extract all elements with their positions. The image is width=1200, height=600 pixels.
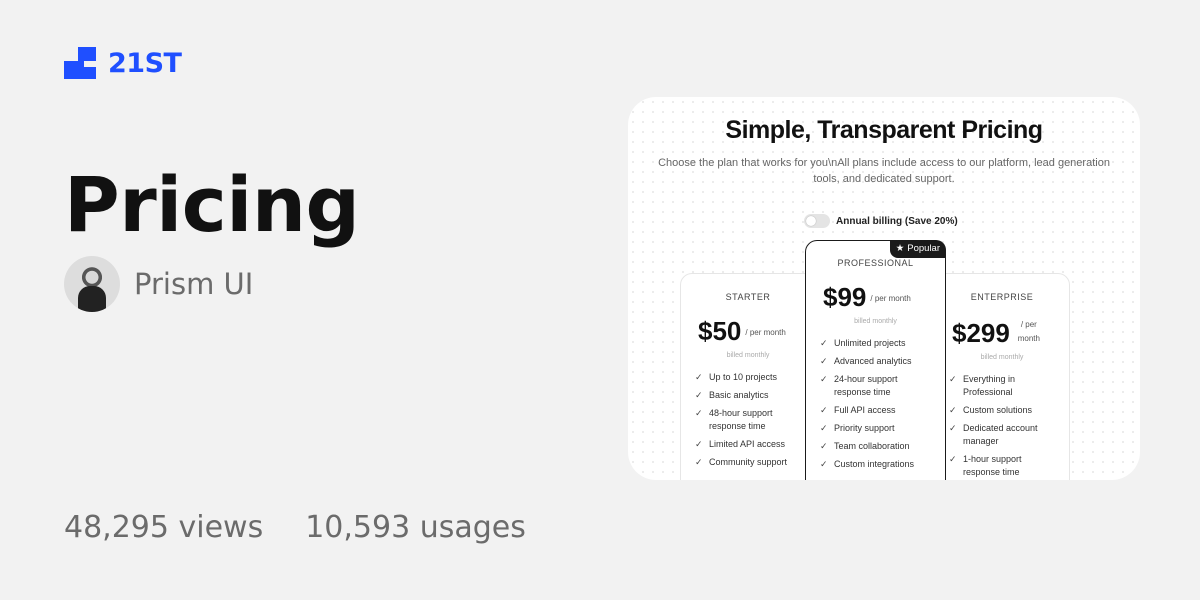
feature-item: ✓ Unlimited projects [820, 338, 906, 348]
feature-item: ✓ Team collaboration [820, 441, 910, 451]
author-name: Prism UI [134, 267, 254, 301]
plan-period: / per month [1017, 320, 1040, 343]
check-icon: ✓ [820, 374, 828, 384]
billing-toggle-label: Annual billing (Save 20%) [836, 215, 958, 227]
feature-item: ✓ 1-hour support response time [949, 454, 1022, 477]
check-icon: ✓ [820, 405, 828, 415]
check-icon: ✓ [949, 423, 957, 433]
feature-item: ✓ Up to 10 projects [695, 372, 778, 382]
feature-item: ✓ Priority support [820, 423, 895, 433]
popular-badge: ★ Popular [889, 240, 946, 258]
star-icon: ★ [895, 243, 905, 254]
plan-price: $50 [698, 316, 742, 346]
feature-item: ✓ Basic analytics [695, 390, 769, 400]
feature-item: ✓ Community support [695, 457, 788, 467]
feature-item: ✓ 24-hour support response time [820, 374, 898, 397]
plan-billed: billed monthly [726, 352, 770, 359]
feature-item: ✓ Custom integrations [820, 459, 915, 469]
preview-title: Simple, Transparent Pricing [725, 116, 1043, 144]
plan-period: / per month [870, 294, 911, 303]
plan-price: $299 [952, 318, 1010, 348]
feature-list: ✓ Everything in Professional ✓ Custom solu… [935, 373, 1069, 479]
feature-item: ✓ Custom solutions [949, 405, 1033, 415]
check-icon: ✓ [820, 459, 828, 469]
check-icon: ✓ [695, 390, 703, 400]
feature-item: ✓ Full API access [820, 405, 896, 415]
annual-billing-toggle[interactable] [804, 214, 830, 228]
check-icon: ✓ [820, 423, 828, 433]
plan-period: / per month [745, 328, 786, 337]
component-preview[interactable]: Simple, Transparent Pricing Choose the p… [628, 97, 1140, 480]
feature-list: ✓ Unlimited projects ✓ Advanced analytics … [806, 337, 945, 471]
check-icon: ✓ [949, 405, 957, 415]
plan-card-professional: ★ Popular PROFESSIONAL $99 / per month b… [805, 240, 946, 480]
check-icon: ✓ [695, 408, 703, 418]
feature-item: ✓ Dedicated account manager [949, 423, 1038, 446]
check-icon: ✓ [820, 356, 828, 366]
brand-logo[interactable]: 21ST [64, 47, 182, 79]
preview-subtitle: Choose the plan that works for you\nAll … [658, 157, 1110, 185]
plan-card-enterprise: ENTERPRISE $299 / per month billed month… [934, 273, 1070, 480]
check-icon: ✓ [949, 454, 957, 464]
plan-name: PROFESSIONAL [837, 258, 914, 268]
21st-logo-icon [64, 47, 96, 79]
feature-item: ✓ Everything in Professional [949, 374, 1016, 397]
avatar [64, 256, 120, 312]
plan-billed: billed monthly [854, 318, 897, 325]
check-icon: ✓ [949, 374, 957, 384]
feature-item: ✓ Advanced analytics [820, 356, 912, 366]
check-icon: ✓ [695, 439, 703, 449]
plan-billed: billed monthly [980, 354, 1024, 361]
feature-item: ✓ 48-hour support response time [695, 408, 773, 431]
author[interactable]: Prism UI [64, 256, 253, 312]
feature-item: ✓ Limited API access [695, 439, 786, 449]
plan-name: STARTER [725, 292, 771, 302]
check-icon: ✓ [695, 372, 703, 382]
usages-count: 10,593 usages [305, 510, 526, 545]
plan-card-starter: STARTER $50 / per month billed monthly ✓… [680, 273, 816, 480]
brand-name: 21ST [108, 47, 182, 79]
views-count: 48,295 views [64, 510, 264, 545]
component-title: Pricing [64, 160, 360, 249]
plan-price: $99 [823, 282, 867, 312]
check-icon: ✓ [820, 441, 828, 451]
check-icon: ✓ [695, 457, 703, 467]
feature-list: ✓ Up to 10 projects ✓ Basic analytics ✓ 48-… [681, 371, 815, 469]
stats: 48,295 views 10,593 usages [64, 510, 526, 545]
check-icon: ✓ [820, 338, 828, 348]
billing-toggle-row[interactable]: Annual billing (Save 20%) [804, 214, 958, 228]
plan-name: ENTERPRISE [970, 292, 1034, 302]
